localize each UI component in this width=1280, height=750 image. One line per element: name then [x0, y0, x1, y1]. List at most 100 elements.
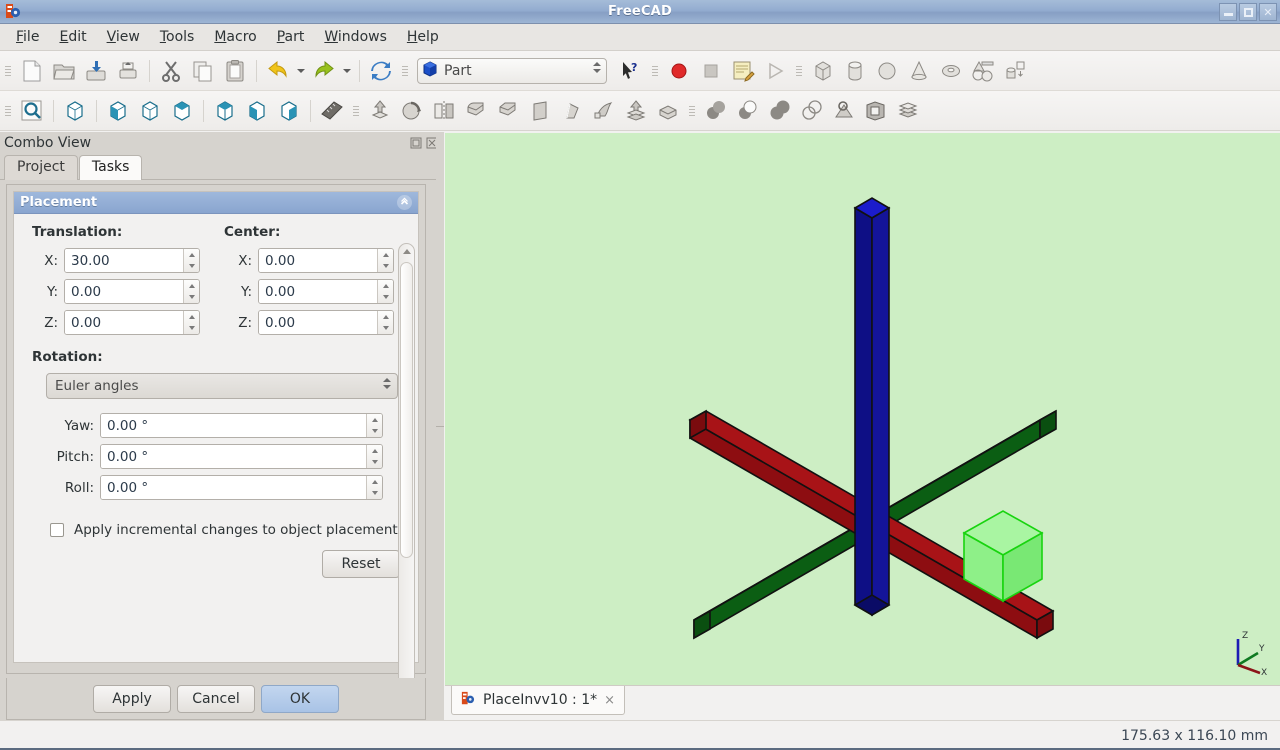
- center-z-stepper[interactable]: [377, 311, 393, 334]
- bottom-view-icon[interactable]: [241, 95, 273, 127]
- apply-button[interactable]: Apply: [93, 684, 171, 713]
- translation-x-stepper[interactable]: [183, 249, 199, 272]
- incremental-checkbox[interactable]: [50, 523, 64, 537]
- toolbar-grip-macro[interactable]: [650, 59, 660, 83]
- menu-part[interactable]: Part: [267, 26, 315, 48]
- document-tab[interactable]: PlaceInvv10 : 1* ×: [451, 686, 626, 715]
- macro-edit-icon[interactable]: [727, 55, 759, 87]
- macro-record-icon[interactable]: [663, 55, 695, 87]
- toolbar-grip[interactable]: [3, 59, 13, 83]
- ruled-surface-icon[interactable]: [524, 95, 556, 127]
- cut-scissors-icon[interactable]: [155, 55, 187, 87]
- toolbar-grip-part[interactable]: [351, 99, 361, 123]
- check-geometry-icon[interactable]: [828, 95, 860, 127]
- axonometric-view-icon[interactable]: [59, 95, 91, 127]
- menu-file[interactable]: File: [6, 26, 49, 48]
- menu-macro[interactable]: Macro: [204, 26, 266, 48]
- center-x-input[interactable]: 0.00: [258, 248, 394, 273]
- common-icon[interactable]: [796, 95, 828, 127]
- translation-z-input[interactable]: 0.00: [64, 310, 200, 335]
- roll-stepper[interactable]: [366, 476, 382, 499]
- new-document-icon[interactable]: [16, 55, 48, 87]
- union-icon[interactable]: [764, 95, 796, 127]
- translation-x-input[interactable]: 30.00: [64, 248, 200, 273]
- measure-icon[interactable]: [316, 95, 348, 127]
- center-x-stepper[interactable]: [377, 249, 393, 272]
- menu-help[interactable]: Help: [397, 26, 449, 48]
- paste-icon[interactable]: [219, 55, 251, 87]
- compound-icon[interactable]: [892, 95, 924, 127]
- menu-tools[interactable]: Tools: [150, 26, 205, 48]
- shape-builder-icon[interactable]: [967, 55, 999, 87]
- fillet-icon[interactable]: [460, 95, 492, 127]
- center-y-stepper[interactable]: [377, 280, 393, 303]
- tab-project[interactable]: Project: [4, 155, 78, 180]
- fit-all-icon[interactable]: [16, 95, 48, 127]
- pitch-input[interactable]: 0.00 °: [100, 444, 383, 469]
- toolbar-grip-workbench[interactable]: [400, 59, 410, 83]
- center-z-input[interactable]: 0.00: [258, 310, 394, 335]
- toolbar-grip-primitives[interactable]: [794, 59, 804, 83]
- cone-primitive-icon[interactable]: [903, 55, 935, 87]
- workbench-dropdown-arrows[interactable]: [593, 61, 601, 73]
- sphere-primitive-icon[interactable]: [871, 55, 903, 87]
- translation-z-stepper[interactable]: [183, 311, 199, 334]
- tab-tasks[interactable]: Tasks: [78, 155, 143, 180]
- roll-input[interactable]: 0.00 °: [100, 475, 383, 500]
- ok-button[interactable]: OK: [261, 684, 339, 713]
- rotation-mode-arrows[interactable]: [383, 378, 391, 389]
- redo-arrow-icon[interactable]: [308, 55, 340, 87]
- close-icon[interactable]: ✕: [1259, 3, 1277, 21]
- window-titlebar[interactable]: FreeCAD ✕: [0, 0, 1280, 24]
- left-view-icon[interactable]: [273, 95, 305, 127]
- menu-windows[interactable]: Windows: [314, 26, 397, 48]
- torus-primitive-icon[interactable]: [935, 55, 967, 87]
- translation-y-input[interactable]: 0.00: [64, 279, 200, 304]
- extrude-icon[interactable]: [364, 95, 396, 127]
- section-icon[interactable]: [620, 95, 652, 127]
- scrollbar-thumb[interactable]: [400, 262, 413, 558]
- boolean-icon[interactable]: [700, 95, 732, 127]
- undo-arrow-icon[interactable]: [262, 55, 294, 87]
- sweep-icon[interactable]: [588, 95, 620, 127]
- undo-dropdown-icon[interactable]: [294, 56, 308, 86]
- tasks-scrollbar[interactable]: [398, 243, 415, 721]
- cancel-button[interactable]: Cancel: [177, 684, 255, 713]
- yaw-input[interactable]: 0.00 °: [100, 413, 383, 438]
- chamfer-icon[interactable]: [492, 95, 524, 127]
- redo-dropdown-icon[interactable]: [340, 56, 354, 86]
- toolbar-grip-view[interactable]: [3, 99, 13, 123]
- top-view-icon[interactable]: [134, 95, 166, 127]
- menu-view[interactable]: View: [97, 26, 150, 48]
- save-icon[interactable]: [80, 55, 112, 87]
- cross-sections-icon[interactable]: [652, 95, 684, 127]
- toolbar-grip-boolean[interactable]: [687, 99, 697, 123]
- boundbox-icon[interactable]: [860, 95, 892, 127]
- right-view-icon[interactable]: [166, 95, 198, 127]
- minimize-icon[interactable]: [1219, 3, 1237, 21]
- menu-edit[interactable]: Edit: [49, 26, 96, 48]
- primitives-dialog-icon[interactable]: [999, 55, 1031, 87]
- print-icon[interactable]: [112, 55, 144, 87]
- incremental-checkbox-row[interactable]: Apply incremental changes to object plac…: [50, 522, 404, 538]
- mirror-icon[interactable]: [428, 95, 460, 127]
- cut-icon[interactable]: [732, 95, 764, 127]
- translation-y-stepper[interactable]: [183, 280, 199, 303]
- rotation-mode-select[interactable]: Euler angles: [46, 373, 398, 399]
- refresh-icon[interactable]: [365, 55, 397, 87]
- cylinder-primitive-icon[interactable]: [839, 55, 871, 87]
- collapse-chevron-icon[interactable]: [397, 195, 412, 210]
- center-y-input[interactable]: 0.00: [258, 279, 394, 304]
- yaw-stepper[interactable]: [366, 414, 382, 437]
- reset-button[interactable]: Reset: [322, 550, 400, 578]
- macro-stop-icon[interactable]: [695, 55, 727, 87]
- loft-icon[interactable]: [556, 95, 588, 127]
- scroll-up-icon[interactable]: [403, 249, 411, 254]
- macro-execute-icon[interactable]: [759, 55, 791, 87]
- whats-this-cursor-icon[interactable]: ?: [615, 55, 647, 87]
- pitch-stepper[interactable]: [366, 445, 382, 468]
- undock-icon[interactable]: [410, 137, 422, 149]
- 3d-viewport[interactable]: Z Y X: [445, 133, 1280, 685]
- front-view-icon[interactable]: [102, 95, 134, 127]
- open-folder-icon[interactable]: [48, 55, 80, 87]
